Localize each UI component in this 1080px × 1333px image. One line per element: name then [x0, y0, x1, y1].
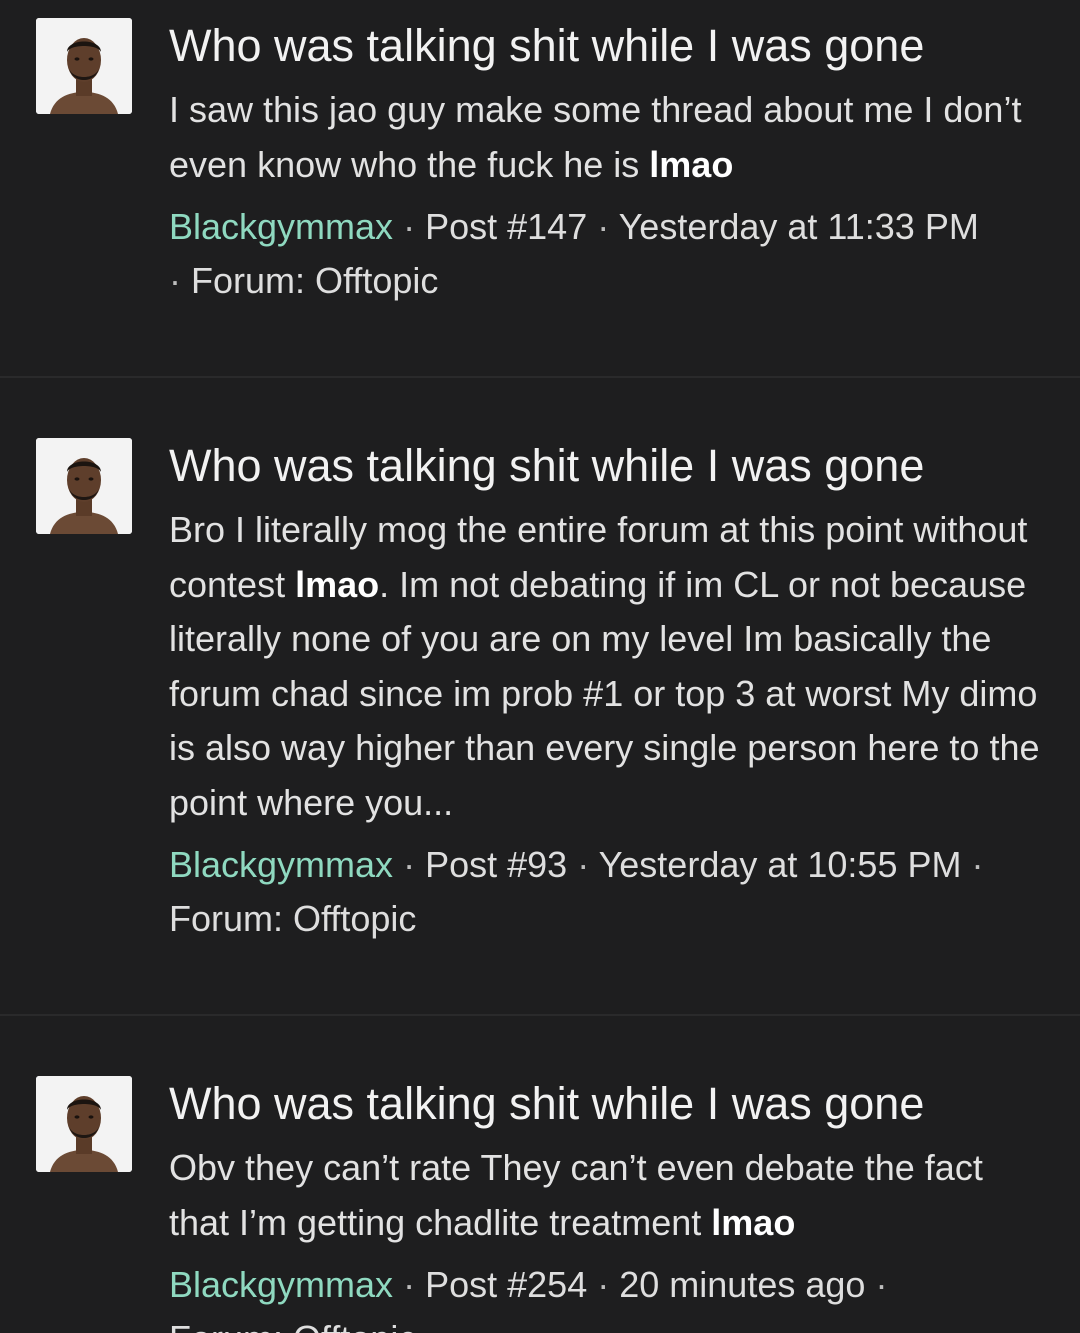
post-time: Yesterday at 11:33 PM — [618, 206, 979, 247]
post-number[interactable]: Post #147 — [425, 206, 587, 247]
separator: · — [577, 844, 590, 885]
user-avatar-icon — [36, 1076, 132, 1172]
avatar[interactable] — [36, 18, 132, 114]
post-number[interactable]: Post #93 — [425, 844, 567, 885]
user-avatar-icon — [36, 438, 132, 534]
post-time: 20 minutes ago — [619, 1264, 866, 1305]
forum-name[interactable]: Forum: Offtopic — [191, 260, 438, 301]
post-time: Yesterday at 10:55 PM — [598, 844, 962, 885]
separator: · — [403, 206, 416, 247]
forum-name[interactable]: Forum: Offtopic — [169, 1318, 416, 1333]
separator: · — [403, 844, 416, 885]
user-avatar-icon — [36, 18, 132, 114]
separator: · — [403, 1264, 416, 1305]
forum-name[interactable]: Forum: Offtopic — [169, 898, 416, 939]
avatar[interactable] — [36, 438, 132, 534]
post-snippet: I saw this jao guy make some thread abou… — [169, 83, 1044, 192]
snippet-highlight: lmao — [295, 563, 380, 605]
separator: · — [169, 260, 181, 301]
username-link[interactable]: Blackgymmax — [169, 206, 393, 247]
thread-title[interactable]: Who was talking shit while I was gone — [169, 1076, 1044, 1132]
post-meta: Blackgymmax · Post #147 · Yesterday at 1… — [169, 200, 1044, 308]
separator: · — [971, 844, 984, 885]
post-number[interactable]: Post #254 — [425, 1264, 587, 1305]
username-link[interactable]: Blackgymmax — [169, 844, 393, 885]
post-snippet: Obv they can’t rate They can’t even deba… — [169, 1141, 1044, 1250]
separator: · — [875, 1264, 888, 1305]
post-meta: Blackgymmax · Post #254 · 20 minutes ago… — [169, 1258, 1044, 1333]
search-result[interactable]: Who was talking shit while I was gone Br… — [0, 378, 1080, 1016]
snippet-text: I saw this jao guy make some thread abou… — [169, 89, 1022, 185]
post-meta: Blackgymmax · Post #93 · Yesterday at 10… — [169, 838, 1044, 946]
search-result[interactable]: Who was talking shit while I was gone I … — [0, 0, 1080, 378]
avatar[interactable] — [36, 1076, 132, 1172]
snippet-highlight: lmao — [711, 1201, 796, 1243]
snippet-highlight: lmao — [649, 143, 734, 185]
post-snippet: Bro I literally mog the entire forum at … — [169, 503, 1044, 830]
separator: · — [597, 1264, 610, 1305]
thread-title[interactable]: Who was talking shit while I was gone — [169, 18, 1044, 74]
username-link[interactable]: Blackgymmax — [169, 1264, 393, 1305]
search-result[interactable]: Who was talking shit while I was gone Ob… — [0, 1016, 1080, 1333]
thread-title[interactable]: Who was talking shit while I was gone — [169, 438, 1044, 494]
snippet-text: Obv they can’t rate They can’t even deba… — [169, 1147, 983, 1243]
separator: · — [597, 206, 610, 247]
